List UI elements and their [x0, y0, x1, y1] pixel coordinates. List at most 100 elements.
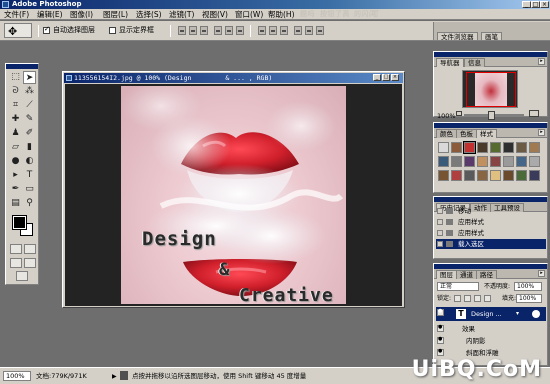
navigator-zoom-value[interactable]: 100% [437, 112, 456, 120]
style-swatch[interactable] [529, 156, 540, 167]
tab-layers[interactable]: 图层 [436, 270, 457, 279]
distribute-right-icon[interactable] [316, 26, 324, 35]
menu-window[interactable]: 窗口(W) [235, 9, 263, 20]
status-menu-arrow-icon[interactable]: ▶ [112, 373, 117, 380]
layer-visibility-icon[interactable] [437, 308, 444, 316]
distribute-left-icon[interactable] [294, 26, 302, 35]
layer-effects-row[interactable]: 效果 [436, 323, 546, 334]
style-swatch[interactable] [451, 156, 462, 167]
tab-info[interactable]: 信息 [464, 58, 485, 67]
document-minimize-button[interactable]: _ [373, 74, 381, 81]
style-swatch[interactable] [464, 156, 475, 167]
distribute-top-icon[interactable] [258, 26, 266, 35]
fill-field[interactable]: 100% [516, 294, 542, 303]
blend-mode-select[interactable]: 正常 [437, 282, 479, 291]
history-item[interactable]: 移动 [436, 206, 546, 216]
tool-preset-picker[interactable]: ✥ [4, 23, 32, 38]
lock-transparency-icon[interactable] [454, 295, 461, 302]
tab-channels[interactable]: 通道 [456, 270, 477, 279]
slice-tool-icon[interactable]: ⟋ [23, 99, 36, 112]
crop-tool-icon[interactable]: ⌗ [9, 99, 22, 112]
document-close-button[interactable]: × [391, 74, 399, 81]
align-vcenter-icon[interactable] [189, 26, 197, 35]
tab-swatches[interactable]: 色板 [456, 129, 477, 138]
history-snapshot-box[interactable] [437, 241, 443, 247]
history-snapshot-box[interactable] [437, 230, 443, 236]
magic-wand-tool-icon[interactable]: ⁂ [23, 85, 36, 98]
clone-stamp-tool-icon[interactable]: ♟ [9, 127, 22, 140]
tab-color[interactable]: 颜色 [436, 129, 457, 138]
style-swatch[interactable] [477, 142, 488, 153]
menu-view[interactable]: 视图(V) [202, 9, 228, 20]
style-swatch[interactable] [438, 156, 449, 167]
layer-row-design[interactable]: T Design ... ▾ [436, 307, 546, 321]
history-snapshot-box[interactable] [437, 208, 443, 214]
align-left-icon[interactable] [214, 26, 222, 35]
status-zoom-field[interactable]: 100% [3, 371, 31, 381]
lock-all-icon[interactable] [484, 295, 491, 302]
tab-file-browser[interactable]: 文件浏览器 [437, 32, 478, 41]
tab-brushes[interactable]: 画笔 [481, 32, 502, 41]
menu-help[interactable]: 帮助(H) [268, 9, 295, 20]
history-brush-tool-icon[interactable]: ✐ [23, 127, 36, 140]
tab-paths[interactable]: 路径 [476, 270, 497, 279]
style-swatch[interactable] [477, 156, 488, 167]
toolbox-header[interactable] [6, 64, 38, 69]
style-swatch[interactable] [451, 142, 462, 153]
effect-visibility-icon[interactable] [437, 348, 444, 356]
minimize-button[interactable]: _ [522, 1, 531, 8]
type-tool-icon[interactable]: T [23, 169, 36, 182]
history-item-active[interactable]: 载入选区 [436, 239, 546, 249]
full-screen-icon[interactable] [24, 258, 36, 268]
document-titlebar[interactable]: 113556154I2.jpg @ 100% (Design & ... , R… [64, 73, 403, 83]
navigator-view-box[interactable] [466, 72, 516, 107]
panel-menu-icon[interactable]: ▸ [538, 270, 545, 277]
jump-to-imageready-icon[interactable] [16, 271, 28, 281]
panel-menu-icon[interactable]: ▸ [538, 129, 545, 136]
menu-select[interactable]: 选择(S) [136, 9, 162, 20]
canvas-area[interactable]: Design & Creative [65, 84, 402, 306]
layer-effects-icon[interactable]: ▾ [516, 310, 519, 317]
gradient-tool-icon[interactable]: ▮ [23, 141, 36, 154]
brush-tool-icon[interactable]: ✎ [23, 113, 36, 126]
style-swatch[interactable] [438, 142, 449, 153]
notes-tool-icon[interactable]: ▤ [9, 197, 22, 210]
style-swatch[interactable] [490, 170, 501, 181]
style-swatch[interactable] [516, 142, 527, 153]
menu-edit[interactable]: 编辑(E) [37, 9, 63, 20]
foreground-color-swatch[interactable] [12, 215, 27, 230]
align-hcenter-icon[interactable] [225, 26, 233, 35]
blur-tool-icon[interactable]: ● [9, 155, 22, 168]
move-tool-icon[interactable]: ➤ [23, 71, 36, 84]
dodge-tool-icon[interactable]: ◐ [23, 155, 36, 168]
maximize-button[interactable]: □ [531, 1, 540, 8]
align-right-icon[interactable] [236, 26, 244, 35]
auto-select-layer-checkbox[interactable] [43, 25, 50, 34]
healing-brush-tool-icon[interactable]: ✚ [9, 113, 22, 126]
close-button[interactable]: × [540, 1, 549, 8]
layer-effect-inner-shadow[interactable]: 内阴影 [436, 335, 546, 346]
quick-mask-mode-icon[interactable] [24, 244, 36, 254]
align-top-icon[interactable] [178, 26, 186, 35]
history-item[interactable]: 应用样式 [436, 217, 546, 227]
effect-visibility-icon[interactable] [437, 336, 444, 344]
menu-filter[interactable]: 滤镜(T) [169, 9, 194, 20]
style-swatch[interactable] [463, 141, 476, 154]
eyedropper-tool-icon[interactable]: ⚲ [23, 197, 36, 210]
style-swatch[interactable] [503, 142, 514, 153]
shape-tool-icon[interactable]: ▭ [23, 183, 36, 196]
lock-image-icon[interactable] [464, 295, 471, 302]
style-swatch[interactable] [438, 170, 449, 181]
marquee-tool-icon[interactable]: ⬚ [9, 71, 22, 84]
style-swatch[interactable] [464, 170, 475, 181]
style-swatch[interactable] [529, 170, 540, 181]
lock-position-icon[interactable] [474, 295, 481, 302]
menu-file[interactable]: 文件(F) [4, 9, 29, 20]
standard-mode-icon[interactable] [10, 244, 22, 254]
tab-navigator[interactable]: 导航器 [436, 58, 464, 67]
navigator-thumbnail[interactable] [462, 70, 518, 108]
standard-screen-icon[interactable] [10, 258, 22, 268]
distribute-vcenter-icon[interactable] [269, 26, 277, 35]
style-swatch[interactable] [477, 170, 488, 181]
style-swatch[interactable] [490, 156, 501, 167]
